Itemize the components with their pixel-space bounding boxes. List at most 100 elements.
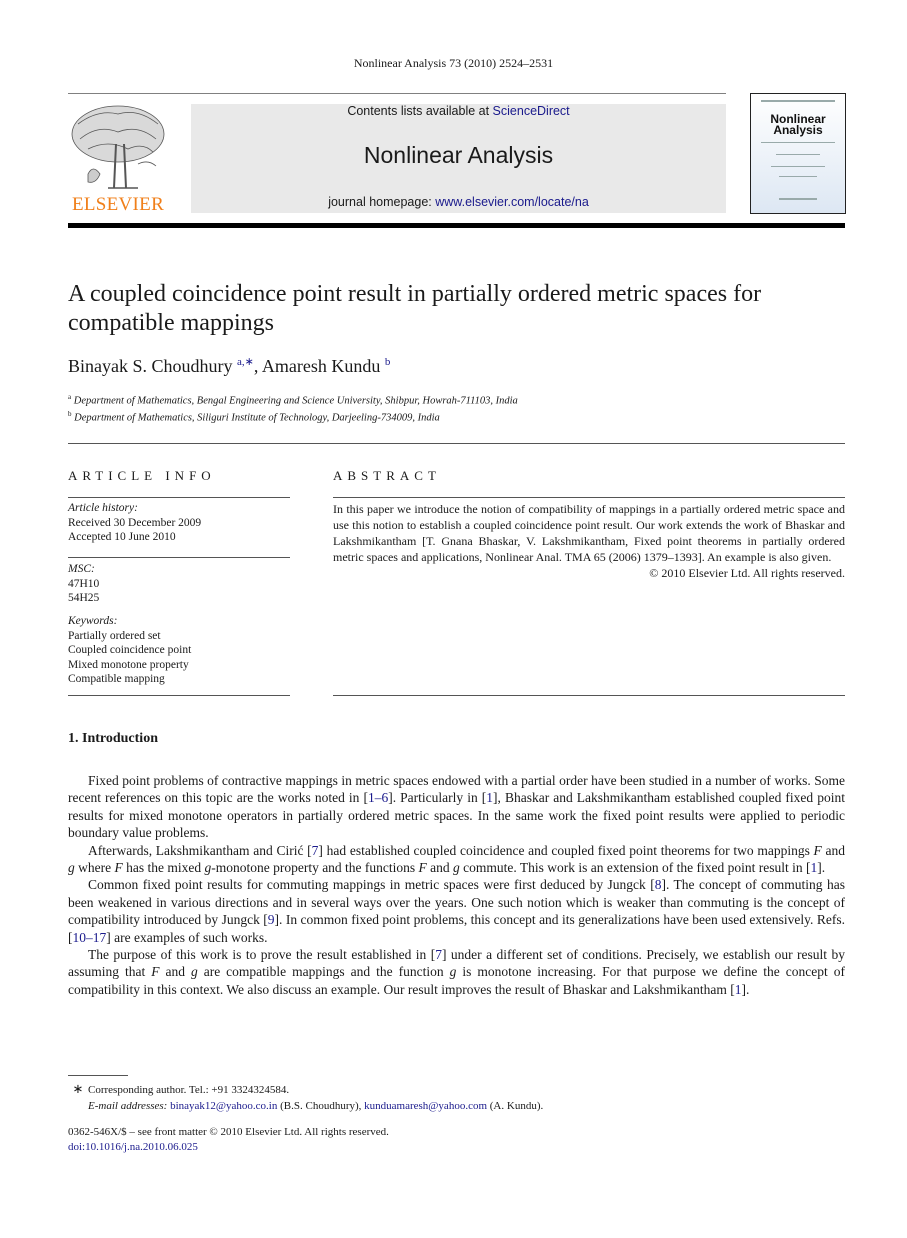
math-symbol: F [114,860,123,876]
citation-link[interactable]: 1 [735,982,742,997]
email-link[interactable]: binayak12@yahoo.co.in [170,1100,277,1112]
divider [68,557,290,558]
journal-cover-thumbnail: Nonlinear Analysis [750,93,846,214]
math-symbol: g [453,860,460,876]
cover-detail [779,176,817,177]
front-matter: 0362-546X/$ – see front matter © 2010 El… [68,1125,389,1155]
divider [333,695,845,696]
paragraph: The purpose of this work is to prove the… [68,946,845,998]
text: The purpose of this work is to prove the… [88,947,436,963]
sciencedirect-link[interactable]: ScienceDirect [493,104,570,118]
footnote-star: ∗ [72,1081,84,1096]
text: ]. [741,981,750,997]
author-name: Binayak S. Choudhury [68,356,233,376]
corresponding-author-text: Corresponding author. Tel.: +91 33243245… [88,1084,290,1096]
text: where [74,860,115,876]
email-owner: (A. Kundu). [487,1100,544,1112]
math-symbol: g [68,860,75,876]
msc-code: 47H10 [68,577,100,590]
keyword: Partially ordered set [68,629,161,642]
header-rule [68,93,726,94]
article-history: Article history: Received 30 December 20… [68,501,290,545]
text: and [426,860,454,876]
corresponding-author-note: ∗ Corresponding author. Tel.: +91 3324324… [68,1081,768,1098]
keywords: Keywords: Partially ordered set Coupled … [68,614,290,687]
math-symbol: g [190,964,198,980]
affiliation: b Department of Mathematics, Siliguri In… [68,410,440,424]
header-thick-rule [68,223,845,228]
homepage-prefix: journal homepage: [328,195,436,209]
section-heading: 1. Introduction [68,731,158,746]
doi-link[interactable]: doi:10.1016/j.na.2010.06.025 [68,1141,198,1153]
text: ] are examples of such works. [106,929,268,945]
text: and [821,842,846,858]
elsevier-logo: ELSEVIER [68,104,168,216]
paragraph: Common fixed point results for commuting… [68,876,845,946]
text: Afterwards, Lakshmikantham and Cirić [ [88,842,312,858]
citation-link[interactable]: 7 [435,947,442,962]
cover-detail [771,166,825,167]
journal-title: Nonlinear Analysis [363,142,554,168]
math-symbol: F [813,842,822,858]
text: ]. Particularly in [ [388,790,487,806]
email-owner: (B.S. Choudhury), [277,1100,365,1112]
citation-link[interactable]: 1 [486,790,493,805]
text: ]. [817,860,826,876]
math-symbol: F [418,860,427,876]
affiliation-text: Department of Mathematics, Bengal Engine… [73,395,518,407]
msc-codes: MSC: 47H10 54H25 [68,562,290,606]
author-marks[interactable]: b [385,356,391,368]
article-info-heading: ARTICLE INFO [68,468,216,483]
abstract-copyright: © 2010 Elsevier Ltd. All rights reserved… [649,566,845,580]
article-title: A coupled coincidence point result in pa… [68,281,762,336]
msc-label: MSC: [68,563,95,575]
text: ] had established coupled coincidence an… [318,842,814,858]
text: -monotone property and the functions [211,860,419,876]
abstract-text: In this paper we introduce the notion of… [333,502,845,564]
citation-link[interactable]: 1–6 [368,790,388,805]
cover-detail [779,198,817,200]
citation-link[interactable]: 10–17 [73,930,107,945]
contents-line: Contents lists available at ScienceDirec… [191,104,726,118]
abstract-heading: ABSTRACT [333,468,441,483]
homepage-line: journal homepage: www.elsevier.com/locat… [191,195,726,209]
author-list: Binayak S. Choudhury a,∗, Amaresh Kundu … [68,355,390,377]
keyword: Coupled coincidence point [68,644,192,656]
tree-icon [71,105,165,189]
cover-detail [761,100,835,102]
divider [68,695,290,696]
accepted-date: Accepted 10 June 2010 [68,531,176,543]
email-label: E-mail addresses: [88,1100,171,1112]
msc-code: 54H25 [68,592,100,604]
cover-detail [761,142,835,143]
footnote-rule [68,1075,128,1076]
introduction-body: Fixed point problems of contractive mapp… [68,772,845,998]
author-name: Amaresh Kundu [261,356,381,376]
divider [333,497,845,498]
journal-homepage-link[interactable]: www.elsevier.com/locate/na [435,195,589,209]
contents-prefix: Contents lists available at [347,104,493,118]
text: are compatible mappings and the function [197,964,450,980]
paragraph: Fixed point problems of contractive mapp… [68,772,845,842]
abstract: In this paper we introduce the notion of… [333,501,845,581]
text: commute. This work is an extension of th… [459,860,811,876]
divider [68,497,290,498]
cover-detail [776,154,820,155]
email-link[interactable]: kunduamaresh@yahoo.com [364,1100,487,1112]
text: has the mixed [122,860,205,876]
running-head: Nonlinear Analysis 73 (2010) 2524–2531 [353,56,554,70]
history-label: Article history: [68,502,138,514]
cover-title: Nonlinear Analysis [751,113,845,136]
email-note: E-mail addresses: binayak12@yahoo.co.in … [68,1098,768,1114]
author-marks[interactable]: a,∗ [237,356,254,368]
text: Common fixed point results for commuting… [88,877,655,893]
paragraph: Afterwards, Lakshmikantham and Cirić [7]… [68,842,845,877]
front-matter-text: 0362-546X/$ – see front matter © 2010 El… [68,1126,389,1138]
affiliation-text: Department of Mathematics, Siliguri Inst… [74,412,440,424]
footnotes: ∗ Corresponding author. Tel.: +91 3324324… [68,1081,768,1114]
divider [68,443,845,444]
journal-banner: Contents lists available at ScienceDirec… [191,104,726,213]
author-separator: , [253,356,262,376]
citation-link[interactable]: 9 [268,912,275,927]
keywords-label: Keywords: [68,615,118,627]
